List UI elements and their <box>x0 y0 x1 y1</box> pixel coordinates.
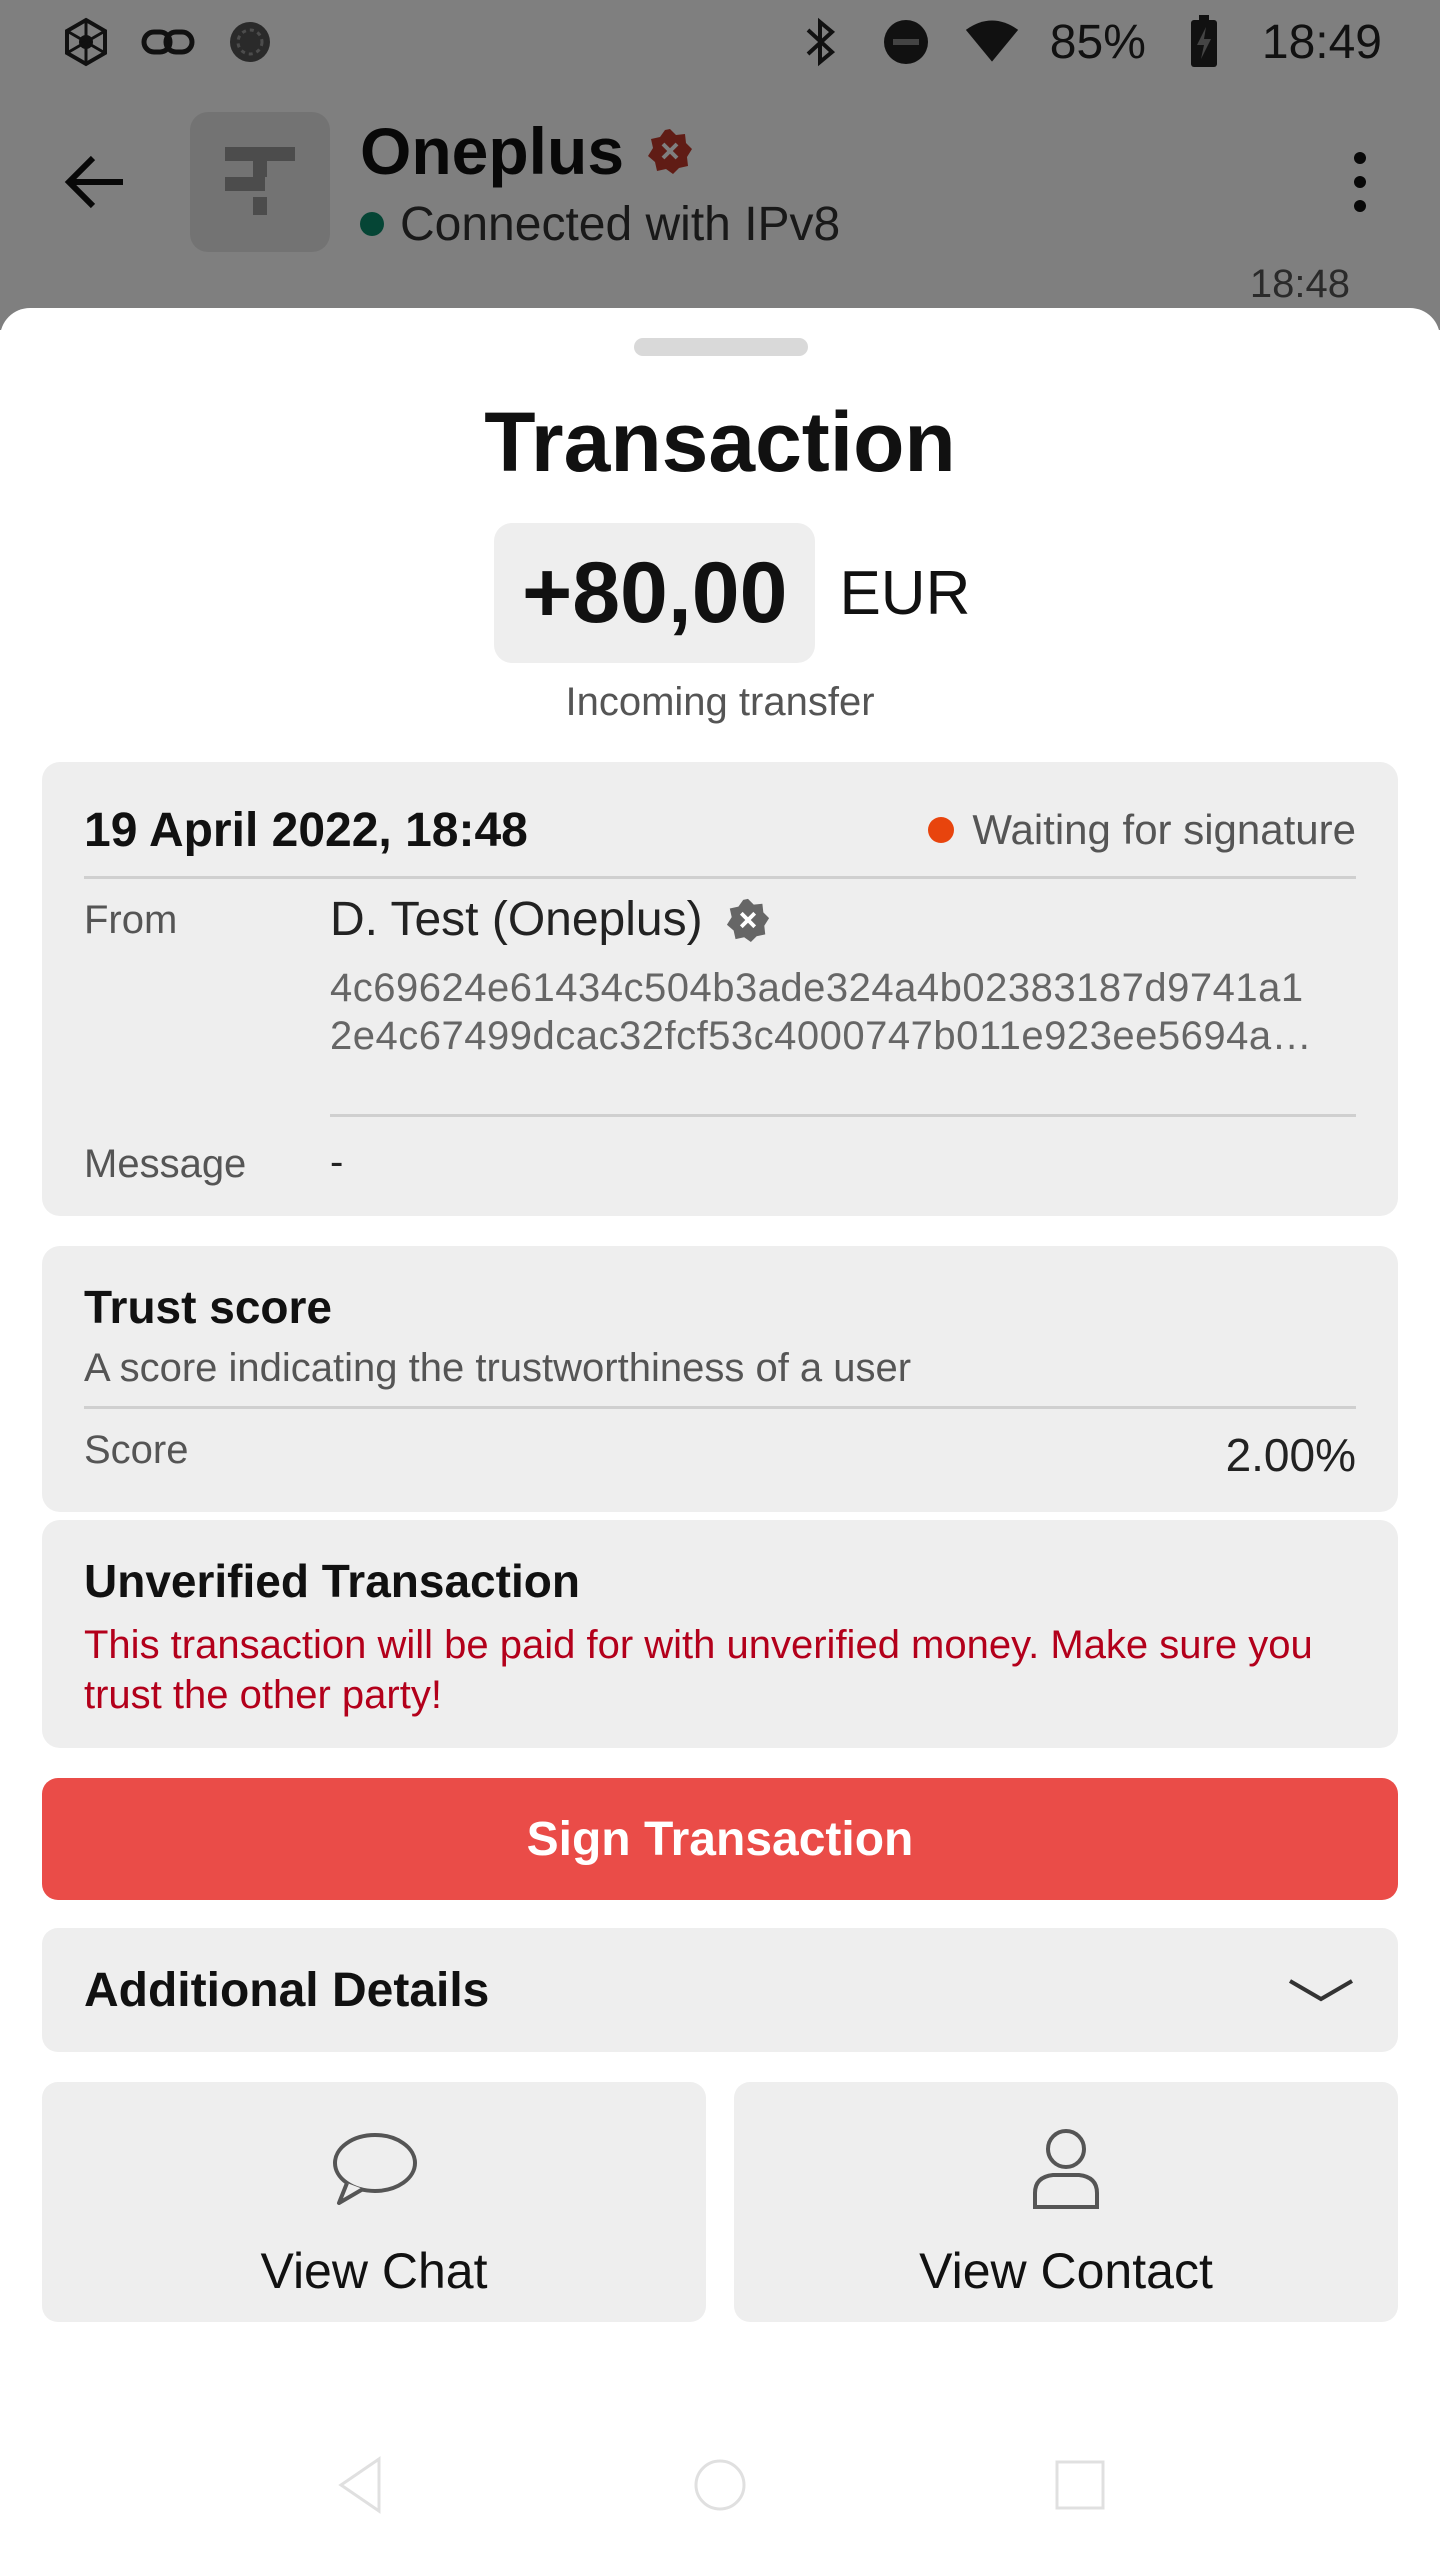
public-key-line-1: 4c69624e61434c504b3ade324a4b02383187d974… <box>330 966 1304 1010</box>
nav-back-icon <box>338 2456 381 2514</box>
view-contact-label: View Contact <box>919 2243 1213 2299</box>
trust-score-card: Trust score A score indicating the trust… <box>42 1246 1398 1512</box>
status-text: Waiting for signature <box>972 806 1356 853</box>
transaction-details-card: 19 April 2022, 18:48 Waiting for signatu… <box>42 762 1398 1216</box>
trust-score-description: A score indicating the trustworthiness o… <box>84 1346 912 1390</box>
nav-home-icon <box>694 2459 746 2511</box>
chevron-down-icon <box>1288 1979 1354 2002</box>
amount-value: +80,00 <box>494 523 816 663</box>
additional-details-toggle[interactable]: Additional Details <box>42 1928 1398 2052</box>
score-label: Score <box>84 1428 189 1472</box>
status-dot <box>928 817 955 843</box>
divider <box>84 876 1356 879</box>
unverified-badge-icon <box>726 898 769 942</box>
transaction-status: Waiting for signature <box>928 806 1356 854</box>
amount-row: +80,00 EUR <box>494 523 970 663</box>
unverified-warning: This transaction will be paid for with u… <box>84 1623 1313 1717</box>
unverified-title: Unverified Transaction <box>84 1555 580 1607</box>
nav-recents-button[interactable] <box>1045 2450 1115 2520</box>
from-party[interactable]: D. Test (Oneplus) <box>330 892 771 947</box>
view-chat-label: View Chat <box>260 2243 488 2299</box>
system-navigation-bar <box>0 2410 1440 2560</box>
transaction-date: 19 April 2022, 18:48 <box>84 803 528 857</box>
public-key-line-2: 2e4c67499dcac32fcf53c4000747b011e923ee56… <box>330 1014 1313 1058</box>
nav-home-button[interactable] <box>685 2450 755 2520</box>
message-label: Message <box>84 1142 247 1186</box>
sheet-drag-handle[interactable] <box>634 338 808 356</box>
from-public-key[interactable]: 4c69624e61434c504b3ade324a4b02383187d974… <box>330 964 1360 1060</box>
view-contact-button[interactable]: View Contact <box>734 2082 1398 2322</box>
nav-back-button[interactable] <box>325 2450 395 2520</box>
modal-scrim[interactable] <box>0 0 1440 330</box>
unverified-transaction-card: Unverified Transaction This transaction … <box>42 1520 1398 1748</box>
trust-score-title: Trust score <box>84 1281 332 1333</box>
person-icon <box>1021 2124 1111 2214</box>
divider <box>330 1114 1356 1117</box>
score-value: 2.00% <box>1225 1429 1356 1481</box>
sheet-title: Transaction <box>484 395 956 489</box>
transfer-type: Incoming transfer <box>565 680 875 724</box>
view-chat-button[interactable]: View Chat <box>42 2082 706 2322</box>
from-label: From <box>84 898 178 942</box>
nav-recents-icon <box>1055 2460 1105 2510</box>
divider <box>84 1406 1356 1409</box>
currency-label: EUR <box>839 558 971 628</box>
transaction-bottom-sheet: Transaction +80,00 EUR Incoming transfer… <box>0 308 1440 2560</box>
sign-transaction-button[interactable]: Sign Transaction <box>42 1778 1398 1900</box>
from-name: D. Test (Oneplus) <box>330 893 703 946</box>
message-value: - <box>330 1140 344 1184</box>
chat-bubble-icon <box>329 2124 419 2214</box>
additional-details-label: Additional Details <box>84 1963 490 2017</box>
